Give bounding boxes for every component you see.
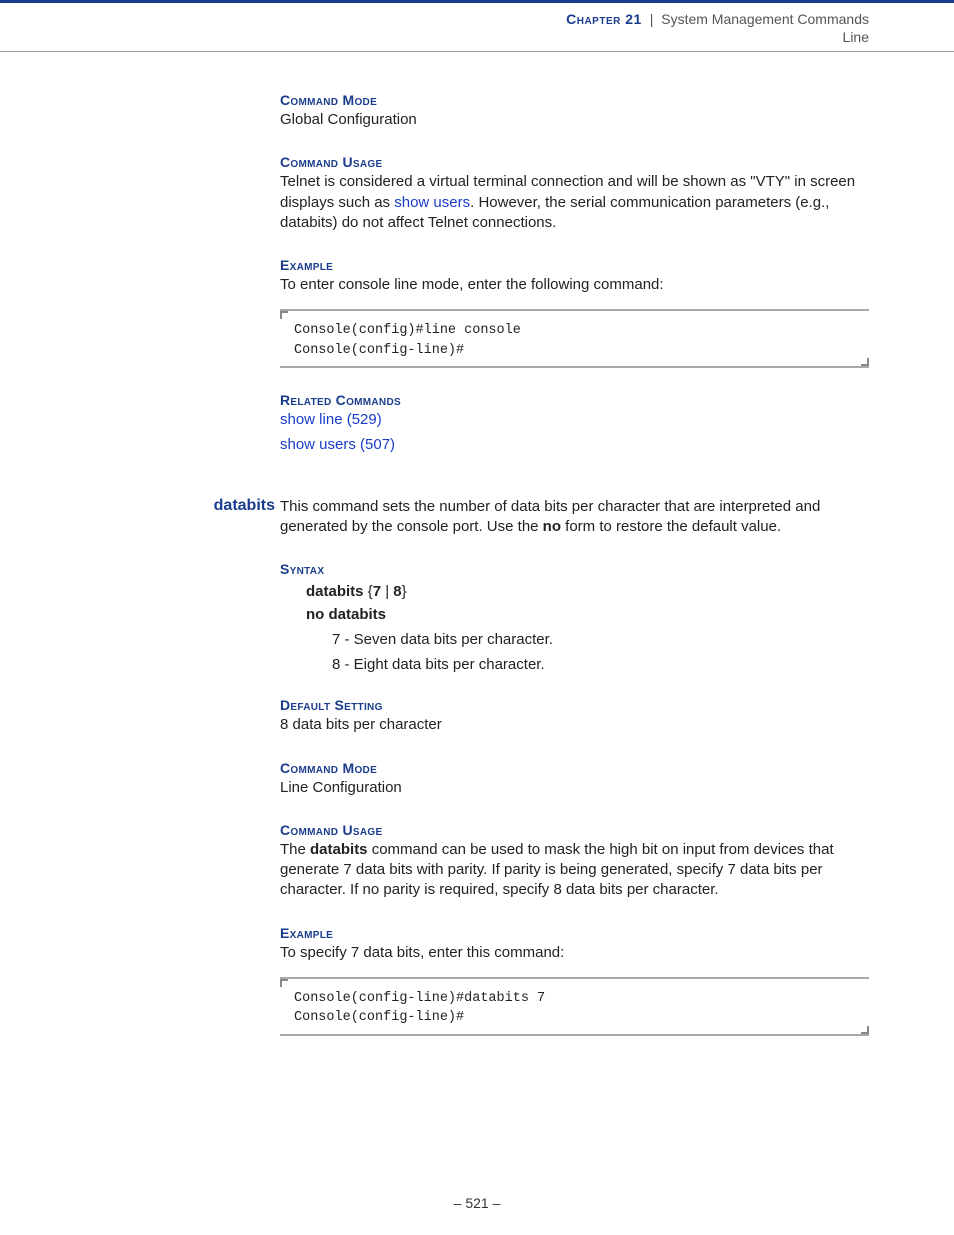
- header-subtitle: Line: [0, 29, 869, 45]
- syntax-7: 7: [373, 583, 381, 600]
- example-text: To enter console line mode, enter the fo…: [280, 275, 869, 295]
- databits-intro: This command sets the number of data bit…: [280, 497, 869, 538]
- intro-bold: no: [543, 518, 561, 535]
- syntax-brace-open: {: [364, 583, 373, 600]
- syntax-brace-close: }: [402, 583, 407, 600]
- show-users-link[interactable]: show users: [394, 194, 470, 211]
- code-block-2: Console(config-line)#databits 7 Console(…: [280, 977, 869, 1036]
- related-commands-heading: Related Commands: [280, 392, 869, 408]
- command-usage-heading: Command Usage: [280, 154, 869, 170]
- chapter-label: Chapter 21: [566, 11, 642, 27]
- header-separator: |: [650, 11, 654, 27]
- command-name-label: databits: [185, 497, 275, 515]
- syntax-cmd: databits: [306, 583, 364, 600]
- syntax-desc-7: 7 - Seven data bits per character.: [332, 631, 869, 648]
- command-mode-text: Global Configuration: [280, 110, 869, 130]
- page-header: Chapter 21 | System Management Commands …: [0, 0, 954, 52]
- syntax-desc-8: 8 - Eight data bits per character.: [332, 656, 869, 673]
- header-title: System Management Commands: [661, 11, 869, 27]
- command-usage-text: Telnet is considered a virtual terminal …: [280, 172, 869, 233]
- syntax-8: 8: [393, 583, 401, 600]
- page-number: – 521 –: [0, 1195, 954, 1211]
- command-mode-text-2: Line Configuration: [280, 778, 869, 798]
- example-heading: Example: [280, 257, 869, 273]
- command-mode-heading-2: Command Mode: [280, 760, 869, 776]
- example-heading-2: Example: [280, 925, 869, 941]
- command-usage-heading-2: Command Usage: [280, 822, 869, 838]
- syntax-block: databits {7 | 8} no databits 7 - Seven d…: [306, 583, 869, 673]
- usage2-bold: databits: [310, 841, 368, 858]
- code-block: Console(config)#line console Console(con…: [280, 309, 869, 368]
- related-link-show-line[interactable]: show line (529): [280, 410, 869, 430]
- default-setting-text: 8 data bits per character: [280, 715, 869, 735]
- syntax-line-2: no databits: [306, 606, 869, 623]
- syntax-heading: Syntax: [280, 561, 869, 577]
- command-usage-text-2: The databits command can be used to mask…: [280, 840, 869, 901]
- default-setting-heading: Default Setting: [280, 697, 869, 713]
- syntax-line-1: databits {7 | 8}: [306, 583, 869, 600]
- usage2-pre: The: [280, 841, 310, 858]
- syntax-pipe: |: [381, 583, 393, 600]
- related-link-show-users[interactable]: show users (507): [280, 435, 869, 455]
- command-mode-heading: Command Mode: [280, 92, 869, 108]
- example-text-2: To specify 7 data bits, enter this comma…: [280, 943, 869, 963]
- intro-post: form to restore the default value.: [561, 518, 781, 535]
